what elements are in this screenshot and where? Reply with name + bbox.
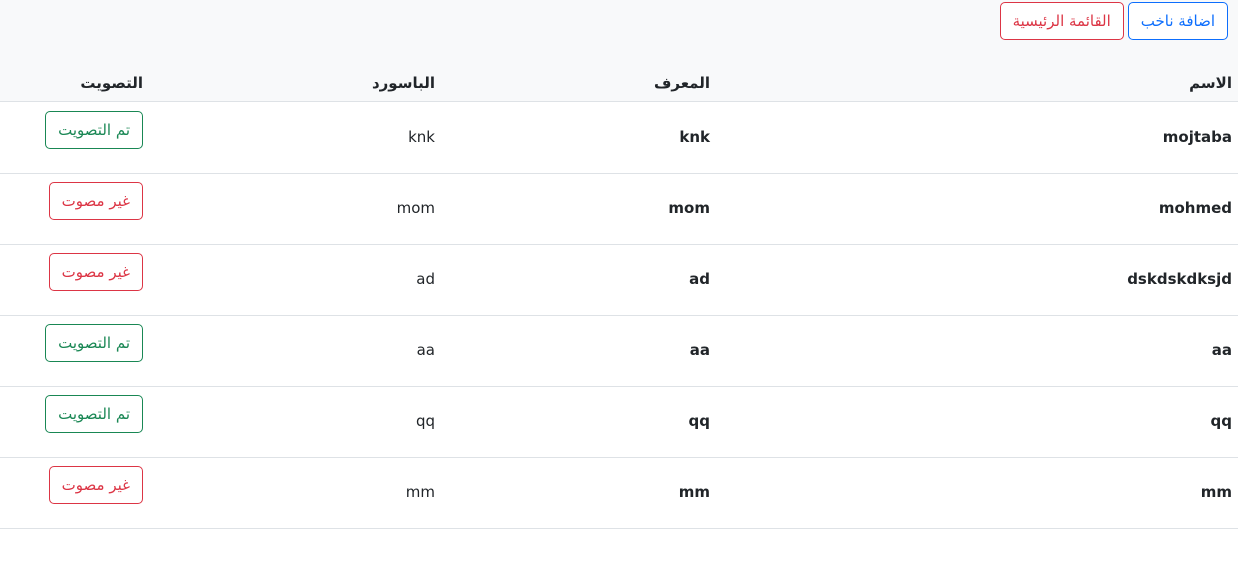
voter-name: mm (1200, 483, 1232, 501)
add-voter-button[interactable]: اضافة ناخب (1127, 2, 1228, 40)
vote-status-button[interactable]: غير مصوت (48, 466, 143, 504)
vote-status-button[interactable]: غير مصوت (48, 182, 143, 220)
voter-id: mm (678, 483, 710, 501)
voter-id: mom (668, 199, 710, 217)
table-row: mojtaba knk knk تم التصويت (0, 102, 1238, 174)
voter-name: dskdskdksjd (1127, 270, 1232, 288)
table-row: mohmed mom mom غير مصوت (0, 173, 1238, 245)
table-row: qq qq qq تم التصويت (0, 386, 1238, 458)
column-header-vote: التصويت (80, 74, 143, 92)
table-row: mm mm mm غير مصوت (0, 457, 1238, 529)
vote-status-button[interactable]: غير مصوت (48, 253, 143, 291)
toolbar: اضافة ناخب القائمة الرئيسية (999, 2, 1228, 40)
voters-page: اضافة ناخب القائمة الرئيسية الاسم المعرف… (0, 0, 1238, 588)
voter-name: aa (1211, 341, 1232, 359)
voter-name: qq (1210, 412, 1232, 430)
voter-id: qq (688, 412, 710, 430)
vote-status-button[interactable]: تم التصويت (45, 111, 143, 149)
voter-name: mohmed (1158, 199, 1232, 217)
vote-status-button[interactable]: تم التصويت (45, 395, 143, 433)
voter-id: ad (689, 270, 710, 288)
voter-password: aa (416, 341, 435, 359)
table-row: dskdskdksjd ad ad غير مصوت (0, 244, 1238, 316)
table-row: aa aa aa تم التصويت (0, 315, 1238, 387)
column-header-name: الاسم (1189, 74, 1232, 92)
voter-password: ad (416, 270, 435, 288)
voter-id: knk (679, 128, 710, 146)
voter-password: qq (415, 412, 435, 430)
voter-id: aa (689, 341, 710, 359)
voter-password: knk (408, 128, 435, 146)
column-header-password: الباسورد (371, 74, 435, 92)
voter-password: mom (396, 199, 435, 217)
vote-status-button[interactable]: تم التصويت (45, 324, 143, 362)
voter-password: mm (405, 483, 435, 501)
main-menu-button[interactable]: القائمة الرئيسية (999, 2, 1124, 40)
column-header-id: المعرف (653, 74, 710, 92)
voter-name: mojtaba (1162, 128, 1232, 146)
